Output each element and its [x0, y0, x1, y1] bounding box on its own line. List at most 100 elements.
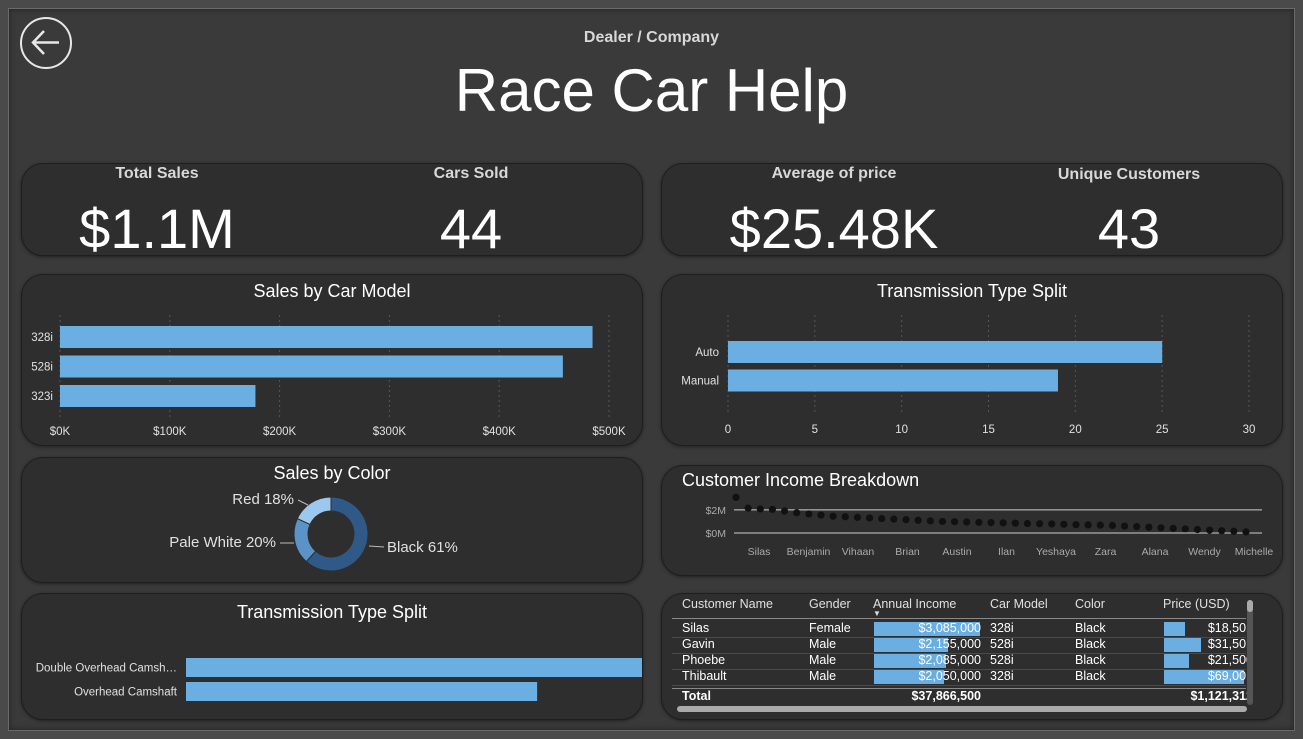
- data-point: [1011, 519, 1019, 527]
- table-cell: Male: [809, 653, 837, 667]
- sales-by-color-card: Sales by Color Black 61% Pale White 20% Re…: [21, 457, 643, 583]
- table-cell: 328i: [990, 669, 1014, 683]
- column-header[interactable]: Car Model: [990, 597, 1070, 611]
- column-header[interactable]: Annual Income: [873, 597, 981, 611]
- data-point: [926, 517, 934, 525]
- table-cell: 328i: [990, 621, 1014, 635]
- x-tick-label: Benjamin: [787, 546, 831, 558]
- table-cell: $2,050,000: [918, 669, 981, 683]
- table-cell: Female: [809, 621, 851, 635]
- income-breakdown-chart: $2M $0M Silas Benjamin Vihaan Brian Austin Ilan…: [706, 493, 1273, 558]
- data-point: [1048, 520, 1056, 528]
- bar: [186, 682, 538, 701]
- table-cell: $2,085,000: [918, 653, 981, 667]
- bar: [728, 369, 1058, 392]
- table-cell: $18,501: [1207, 621, 1253, 635]
- column-header[interactable]: Price (USD): [1163, 597, 1253, 611]
- bar: [60, 385, 256, 407]
- data-point: [1242, 528, 1250, 536]
- data-point: [732, 493, 740, 501]
- table-cell[interactable]: Phoebe: [682, 653, 802, 667]
- table-cell: $3,085,000: [918, 621, 981, 635]
- kpi-label-total-sales: Total Sales: [115, 165, 199, 182]
- kpi-value-total-sales: $1.1M: [79, 197, 235, 260]
- x-tick-label: $0K: [50, 426, 71, 438]
- table-cell: Black: [1075, 621, 1106, 635]
- data-point: [744, 504, 752, 512]
- x-tick-label: $200K: [263, 426, 297, 438]
- data-point: [902, 516, 910, 524]
- table-cell[interactable]: Gavin: [682, 637, 802, 651]
- category-label: 528i: [31, 362, 53, 374]
- data-point: [1193, 525, 1202, 534]
- kpi-label-unique-customers: Unique Customers: [1057, 166, 1201, 183]
- data-point: [987, 518, 995, 527]
- kpi-card-customers: Average of price $25.48K Unique Customer…: [661, 163, 1283, 260]
- category-label: 328i: [31, 332, 53, 344]
- customer-table-card: Customer Name Gender Annual Income Car Mode…: [661, 593, 1283, 720]
- sort-desc-icon: ▼: [873, 609, 881, 618]
- data-point: [1023, 519, 1032, 528]
- donut-slice: [293, 517, 317, 563]
- data-point: [865, 514, 874, 522]
- transmission-split-chart: 0 5 10 15 20 25 30 Auto Manual: [681, 315, 1255, 436]
- table-cell: $31,501: [1207, 637, 1253, 651]
- table-cell[interactable]: Silas: [682, 621, 802, 635]
- column-header[interactable]: Color: [1075, 597, 1155, 611]
- total-income: $37,866,500: [911, 689, 981, 703]
- table-cell: Black: [1075, 669, 1106, 683]
- x-tick-label: Silas: [748, 546, 771, 558]
- column-header[interactable]: Gender: [809, 597, 869, 611]
- vertical-scrollbar-thumb[interactable]: [1247, 600, 1253, 612]
- category-label: Manual: [681, 376, 719, 388]
- x-tick-label: $300K: [373, 426, 407, 438]
- category-label: Double Overhead Camsh…: [36, 663, 177, 675]
- x-tick-label: Yeshaya: [1036, 546, 1076, 558]
- column-header[interactable]: Customer Name: [682, 597, 802, 611]
- table-cell: $2,155,000: [918, 637, 981, 651]
- data-point: [1084, 521, 1092, 529]
- table-cell: Male: [809, 637, 837, 651]
- x-tick-label: Brian: [895, 546, 920, 558]
- x-tick-label: $100K: [153, 426, 187, 438]
- table-cell: 528i: [990, 637, 1014, 651]
- data-point: [817, 511, 825, 519]
- data-point: [853, 513, 862, 521]
- customer-table: Customer Name Gender Annual Income Car Mode…: [662, 594, 1282, 719]
- transmission-split-card: Transmission Type Split 0 5 10 15 20 25 30 Auto…: [661, 274, 1283, 446]
- data-point: [1205, 526, 1214, 534]
- horizontal-scrollbar[interactable]: [677, 706, 1247, 712]
- table-cell[interactable]: Thibault: [682, 669, 802, 683]
- x-tick-label: 0: [725, 424, 731, 436]
- sales-by-color-chart: Black 61% Pale White 20% Red 18%: [169, 491, 458, 572]
- table-cell: Male: [809, 669, 837, 683]
- leader-line: [297, 499, 309, 506]
- data-point: [805, 510, 813, 518]
- vertical-scrollbar[interactable]: [1247, 600, 1253, 705]
- data-point: [963, 518, 971, 526]
- data-point: [1145, 523, 1153, 531]
- bar: [728, 341, 1163, 363]
- data-point: [1218, 527, 1226, 535]
- data-point: [1133, 523, 1141, 531]
- data-point: [829, 512, 837, 520]
- table-cell: 528i: [990, 653, 1014, 667]
- slice-label: Black 61%: [387, 539, 458, 556]
- kpi-value-cars-sold: 44: [439, 197, 503, 260]
- x-tick-label: 15: [982, 424, 995, 436]
- data-point: [1072, 521, 1080, 529]
- x-tick-label: Austin: [942, 546, 971, 558]
- data-point: [1108, 521, 1117, 530]
- total-price: $1,121,312: [1190, 689, 1253, 703]
- data-point: [878, 514, 886, 523]
- category-label: 323i: [31, 391, 53, 403]
- x-tick-label: $400K: [483, 426, 517, 438]
- x-tick-label: $500K: [592, 426, 626, 438]
- x-tick-label: Wendy: [1188, 546, 1221, 558]
- data-point: [1060, 520, 1068, 528]
- data-point: [1230, 527, 1238, 535]
- data-point: [780, 507, 789, 515]
- data-point: [793, 509, 801, 517]
- data-point: [1181, 525, 1189, 533]
- data-point: [1169, 524, 1177, 532]
